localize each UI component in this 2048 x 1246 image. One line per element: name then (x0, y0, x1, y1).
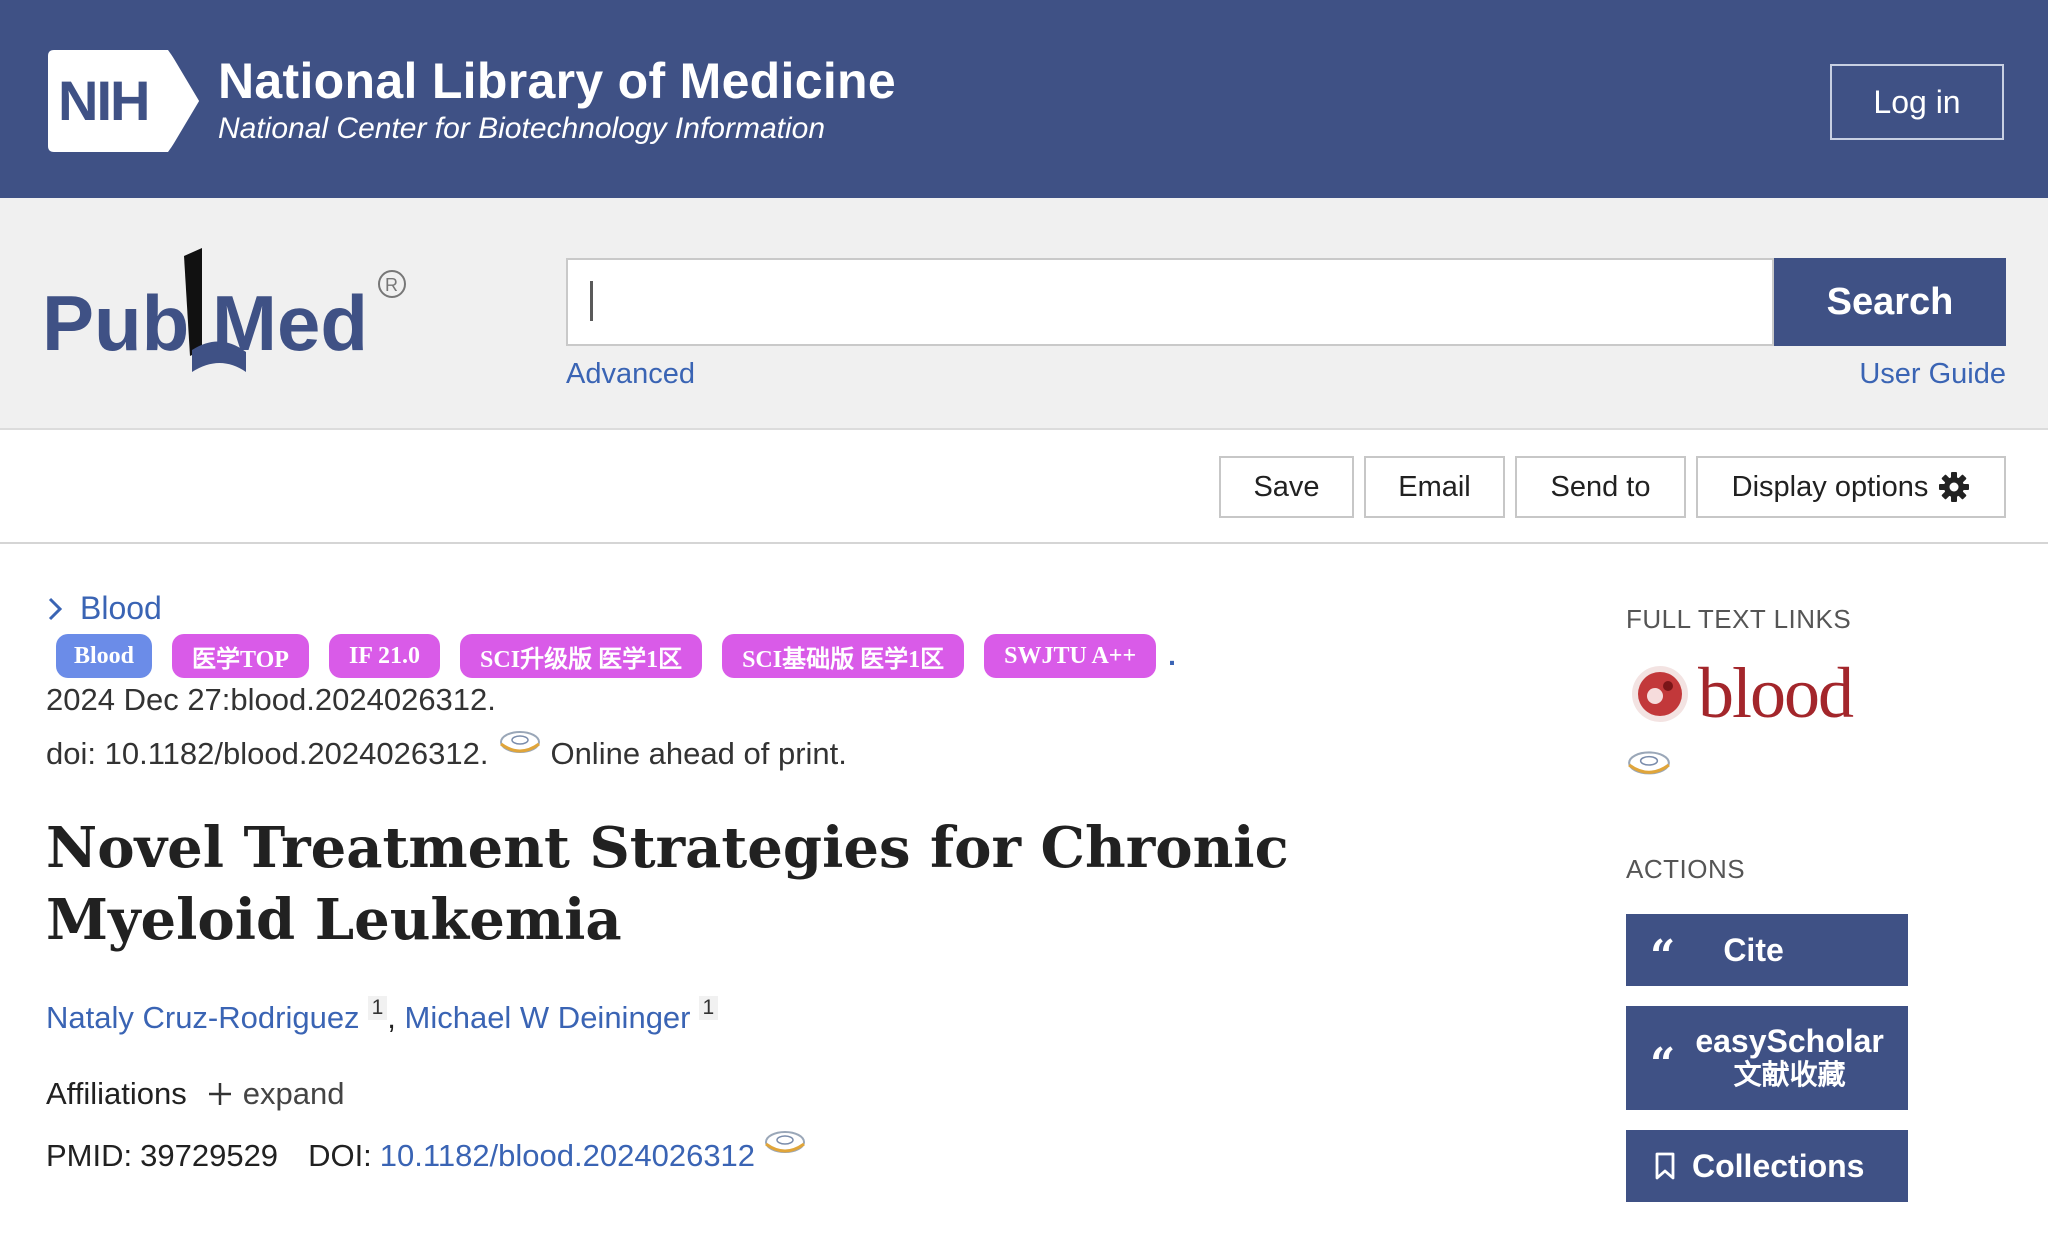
svg-text:R: R (385, 275, 398, 295)
svg-text:Med: Med (212, 279, 368, 367)
badge-sci-upgrade[interactable]: SCI升级版 医学1区 (460, 634, 703, 678)
nih-header: NIH National Library of Medicine Nationa… (0, 0, 2048, 198)
quote-icon: “ (1650, 931, 1676, 982)
journal-link[interactable]: Blood (46, 590, 162, 627)
author-link[interactable]: Michael W Deininger (405, 1000, 691, 1035)
citation-line: 2024 Dec 27:blood.2024026312. (46, 682, 496, 717)
affiliations: Affiliations expand (46, 1076, 344, 1112)
pmid-value: 39729529 (140, 1138, 279, 1173)
journal-badges: Blood 医学TOP IF 21.0 SCI升级版 医学1区 SCI基础版 医… (56, 634, 1176, 678)
chevron-right-icon (48, 597, 63, 620)
author-link[interactable]: Nataly Cruz-Rodriguez (46, 1000, 360, 1035)
easyscholar-icon[interactable] (498, 728, 542, 760)
cite-label: Cite (1723, 931, 1784, 968)
blood-journal-logo[interactable] (1628, 660, 1858, 728)
user-guide-link[interactable]: User Guide (1859, 358, 2006, 391)
search-input[interactable] (566, 258, 1774, 346)
badge-sci-basic[interactable]: SCI基础版 医学1区 (722, 634, 965, 678)
badge-medical-top[interactable]: 医学TOP (172, 634, 309, 678)
journal-name: Blood (80, 590, 162, 626)
easyscholar-icon[interactable] (1626, 748, 1672, 782)
doi-link[interactable]: 10.1182/blood.2024026312 (380, 1138, 755, 1174)
affiliation-number[interactable]: 1 (698, 996, 719, 1020)
full-text-links-heading: FULL TEXT LINKS (1626, 604, 1852, 634)
collections-button[interactable]: Collections (1626, 1130, 1908, 1202)
badge-impact-factor[interactable]: IF 21.0 (328, 634, 441, 678)
expand-label: expand (242, 1076, 345, 1111)
quote-icon: “ (1650, 1039, 1676, 1090)
article-toolbar: Save Email Send to Display options (0, 430, 2048, 544)
affiliation-number[interactable]: 1 (367, 996, 388, 1020)
login-button[interactable]: Log in (1830, 64, 2004, 140)
nih-title[interactable]: National Library of Medicine (218, 52, 896, 110)
article-ids: PMID: 39729529 DOI: 10.1182/blood.202402… (46, 1131, 807, 1174)
email-button[interactable]: Email (1364, 456, 1505, 518)
easyscholar-labels: easyScholar 文献收藏 (1695, 1024, 1884, 1092)
cite-button[interactable]: “ Cite (1626, 914, 1908, 986)
publication-status: Online ahead of print. (550, 736, 847, 771)
easyscholar-icon[interactable] (763, 1128, 807, 1160)
actions-heading: ACTIONS (1626, 854, 1746, 884)
affiliations-label: Affiliations (46, 1076, 187, 1111)
collections-label: Collections (1692, 1147, 1865, 1184)
expand-affiliations-button[interactable]: expand (207, 1076, 345, 1112)
search-button[interactable]: Search (1774, 258, 2006, 346)
nih-subtitle: National Center for Biotechnology Inform… (218, 112, 826, 145)
author-list: Nataly Cruz-Rodriguez 1, Michael W Deinin… (46, 996, 719, 1036)
easyscholar-sub-label: 文献收藏 (1733, 1058, 1846, 1091)
doi-label: DOI: (308, 1138, 372, 1173)
display-options-label: Display options (1731, 470, 1929, 503)
badge-trailing-dot: . (1168, 640, 1176, 671)
article-title: Novel Treatment Strategies for Chronic M… (46, 815, 1289, 953)
display-options-button[interactable]: Display options (1696, 456, 2006, 518)
bookmark-icon (1655, 1152, 1675, 1180)
pubmed-logo[interactable]: Pub Med R (42, 246, 422, 376)
advanced-search-link[interactable]: Advanced (566, 358, 695, 391)
doi-text: doi: 10.1182/blood.2024026312. (46, 736, 489, 771)
nih-logo-text: NIH (58, 69, 148, 132)
easyscholar-label: easyScholar (1695, 1023, 1884, 1059)
plus-icon (208, 1083, 231, 1105)
svg-text:Pub: Pub (42, 279, 189, 367)
pmid-label: PMID: (46, 1138, 133, 1173)
badge-swjtu[interactable]: SWJTU A++ (984, 634, 1157, 678)
search-band: Pub Med R Search Advanced User Guide (0, 198, 2048, 430)
save-button[interactable]: Save (1219, 456, 1354, 518)
text-cursor (590, 281, 593, 321)
nih-logo[interactable]: NIH (48, 50, 206, 152)
badge-journal[interactable]: Blood (56, 634, 153, 678)
gear-icon (1939, 472, 1970, 502)
send-to-button[interactable]: Send to (1515, 456, 1686, 518)
doi-line: doi: 10.1182/blood.2024026312. Online ah… (46, 731, 847, 772)
author-separator: , (387, 1000, 396, 1035)
easyscholar-collect-button[interactable]: “ easyScholar 文献收藏 (1626, 1006, 1908, 1110)
